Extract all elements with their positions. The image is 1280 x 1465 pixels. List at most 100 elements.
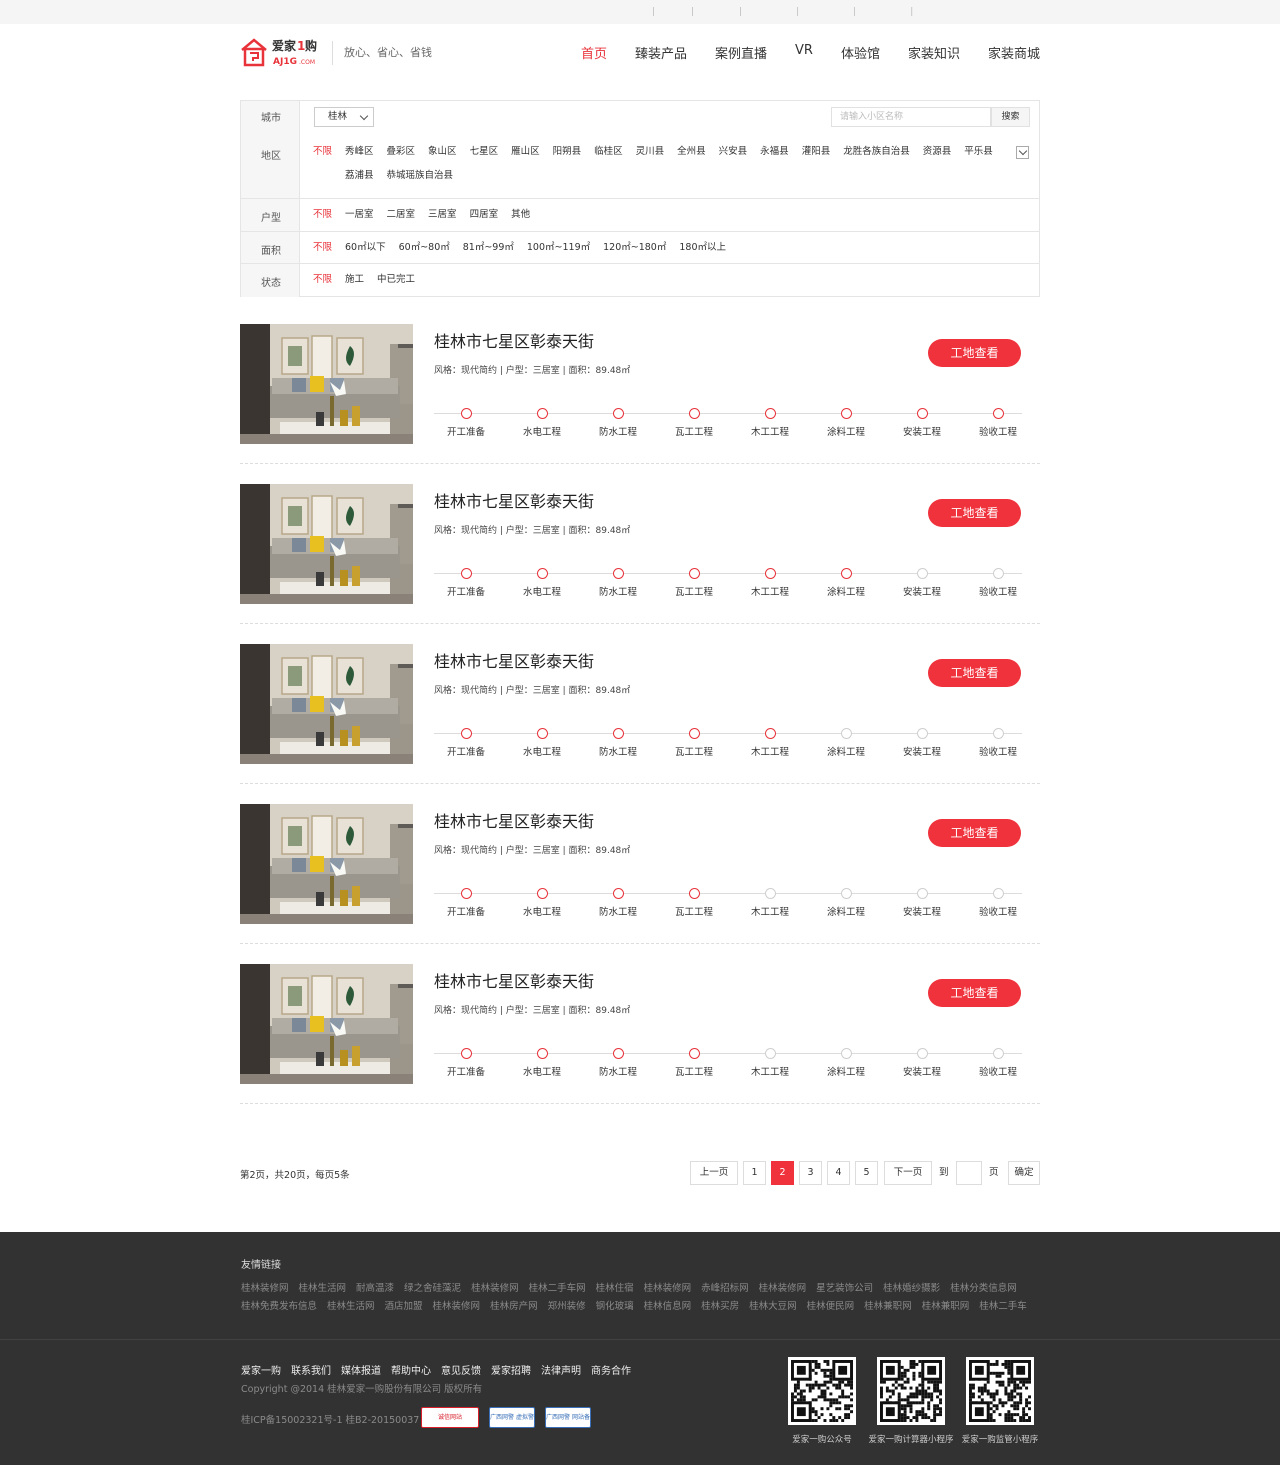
friend-link[interactable]: 桂林便民网: [807, 1298, 855, 1316]
filter-option[interactable]: 平乐县: [964, 140, 993, 164]
filter-option[interactable]: 三居室: [428, 203, 457, 227]
friend-link[interactable]: 赤峰招标网: [701, 1280, 749, 1298]
footer-nav-link[interactable]: 意见反馈: [441, 1366, 481, 1377]
filter-option[interactable]: 资源县: [923, 140, 952, 164]
listing-title[interactable]: 桂林市七星区彰泰天街: [434, 648, 594, 672]
filter-option[interactable]: 七星区: [470, 140, 499, 164]
listing-title[interactable]: 桂林市七星区彰泰天街: [434, 968, 594, 992]
page-number-button[interactable]: 4: [827, 1161, 850, 1185]
filter-option[interactable]: 永福县: [760, 140, 789, 164]
filter-option[interactable]: 全州县: [677, 140, 706, 164]
filter-option[interactable]: 荔浦县: [345, 164, 374, 188]
friend-link[interactable]: 桂林生活网: [299, 1280, 347, 1298]
footer-nav-link[interactable]: 帮助中心: [391, 1366, 431, 1377]
listing-title[interactable]: 桂林市七星区彰泰天街: [434, 488, 594, 512]
filter-option[interactable]: 不限: [313, 203, 332, 227]
filter-option[interactable]: 100㎡~119㎡: [527, 236, 590, 260]
site-logo[interactable]: 爱家 1 购 AJ1G .COM: [240, 36, 324, 68]
community-search-input[interactable]: 请输入小区名称: [831, 107, 991, 127]
friend-link[interactable]: 桂林装修网: [759, 1280, 807, 1298]
nav-item[interactable]: 体验馆: [841, 43, 880, 62]
friend-link[interactable]: 耐高温漆: [356, 1280, 394, 1298]
filter-option[interactable]: 二居室: [387, 203, 416, 227]
filter-option[interactable]: 阳朔县: [553, 140, 582, 164]
filter-option[interactable]: 龙胜各族自治县: [843, 140, 910, 164]
friend-link[interactable]: 桂林装修网: [644, 1280, 692, 1298]
badge-1[interactable]: 诚信网站: [421, 1407, 479, 1428]
friend-link[interactable]: 桂林兼职网: [922, 1298, 970, 1316]
filter-option[interactable]: 不限: [313, 140, 332, 164]
filter-option[interactable]: 81㎡~99㎡: [463, 236, 514, 260]
footer-nav-link[interactable]: 法律声明: [541, 1366, 581, 1377]
listing-photo[interactable]: [240, 964, 413, 1084]
filter-option[interactable]: 中已完工: [377, 268, 415, 292]
friend-link[interactable]: 桂林二手车: [979, 1298, 1027, 1316]
filter-option[interactable]: 临桂区: [594, 140, 623, 164]
nav-item[interactable]: 家装商城: [988, 43, 1040, 62]
page-number-button[interactable]: 3: [799, 1161, 822, 1185]
footer-nav-link[interactable]: 媒体报道: [341, 1366, 381, 1377]
friend-link[interactable]: 桂林装修网: [241, 1280, 289, 1298]
friend-link[interactable]: 桂林住宿: [596, 1280, 634, 1298]
site-view-button[interactable]: 工地查看: [928, 499, 1021, 527]
filter-option[interactable]: 施工: [345, 268, 364, 292]
filter-option[interactable]: 120㎡~180㎡: [603, 236, 666, 260]
friend-link[interactable]: 酒店加盟: [385, 1298, 423, 1316]
filter-option[interactable]: 四居室: [470, 203, 499, 227]
nav-item[interactable]: 臻装产品: [635, 43, 687, 62]
filter-option[interactable]: 其他: [511, 203, 530, 227]
filter-option[interactable]: 60㎡~80㎡: [399, 236, 450, 260]
nav-item[interactable]: 案例直播: [715, 43, 767, 62]
filter-option[interactable]: 不限: [313, 268, 332, 292]
filter-option[interactable]: 灵川县: [636, 140, 665, 164]
friend-link[interactable]: 桂林大豆网: [749, 1298, 797, 1316]
site-view-button[interactable]: 工地查看: [928, 339, 1021, 367]
filter-option[interactable]: 兴安县: [719, 140, 748, 164]
friend-link[interactable]: 桂林分类信息网: [950, 1280, 1017, 1298]
filter-option[interactable]: 一居室: [345, 203, 374, 227]
next-page-button[interactable]: 下一页: [884, 1161, 932, 1185]
confirm-button[interactable]: 确定: [1008, 1161, 1040, 1185]
nav-item[interactable]: VR: [795, 43, 813, 62]
page-number-button[interactable]: 2: [771, 1161, 794, 1185]
filter-option[interactable]: 叠彩区: [387, 140, 416, 164]
expand-regions-icon[interactable]: [1016, 146, 1029, 159]
site-view-button[interactable]: 工地查看: [928, 979, 1021, 1007]
nav-item[interactable]: 首页: [581, 43, 607, 62]
listing-photo[interactable]: [240, 804, 413, 924]
friend-link[interactable]: 桂林免费发布信息: [241, 1298, 317, 1316]
listing-title[interactable]: 桂林市七星区彰泰天街: [434, 808, 594, 832]
listing-title[interactable]: 桂林市七星区彰泰天街: [434, 328, 594, 352]
nav-item[interactable]: 家装知识: [908, 43, 960, 62]
listing-photo[interactable]: [240, 324, 413, 444]
footer-nav-link[interactable]: 爱家招聘: [491, 1366, 531, 1377]
friend-link[interactable]: 桂林房产网: [490, 1298, 538, 1316]
friend-link[interactable]: 钢化玻璃: [596, 1298, 634, 1316]
filter-option[interactable]: 180㎡以上: [679, 236, 726, 260]
page-number-button[interactable]: 1: [743, 1161, 766, 1185]
friend-link[interactable]: 绿之舍硅藻泥: [404, 1280, 461, 1298]
filter-option[interactable]: 灌阳县: [802, 140, 831, 164]
badge-3[interactable]: 广西网警 网站备案: [545, 1407, 591, 1428]
footer-nav-link[interactable]: 爱家一购: [241, 1366, 281, 1377]
search-button[interactable]: 搜索: [991, 107, 1030, 127]
friend-link[interactable]: 桂林装修网: [471, 1280, 519, 1298]
friend-link[interactable]: 星艺装饰公司: [816, 1280, 873, 1298]
prev-page-button[interactable]: 上一页: [690, 1161, 738, 1185]
friend-link[interactable]: 桂林生活网: [327, 1298, 375, 1316]
footer-nav-link[interactable]: 商务合作: [591, 1366, 631, 1377]
listing-photo[interactable]: [240, 644, 413, 764]
goto-page-input[interactable]: [956, 1161, 982, 1185]
site-view-button[interactable]: 工地查看: [928, 659, 1021, 687]
friend-link[interactable]: 桂林婚纱摄影: [883, 1280, 940, 1298]
filter-option[interactable]: 60㎡以下: [345, 236, 386, 260]
friend-link[interactable]: 桂林买房: [701, 1298, 739, 1316]
site-view-button[interactable]: 工地查看: [928, 819, 1021, 847]
friend-link[interactable]: 桂林兼职网: [864, 1298, 912, 1316]
footer-nav-link[interactable]: 联系我们: [291, 1366, 331, 1377]
friend-link[interactable]: 桂林装修网: [433, 1298, 481, 1316]
page-number-button[interactable]: 5: [855, 1161, 878, 1185]
friend-link[interactable]: 郑州装修: [548, 1298, 586, 1316]
filter-option[interactable]: 秀峰区: [345, 140, 374, 164]
badge-2[interactable]: 广西网警 虚拟警察: [489, 1407, 535, 1428]
